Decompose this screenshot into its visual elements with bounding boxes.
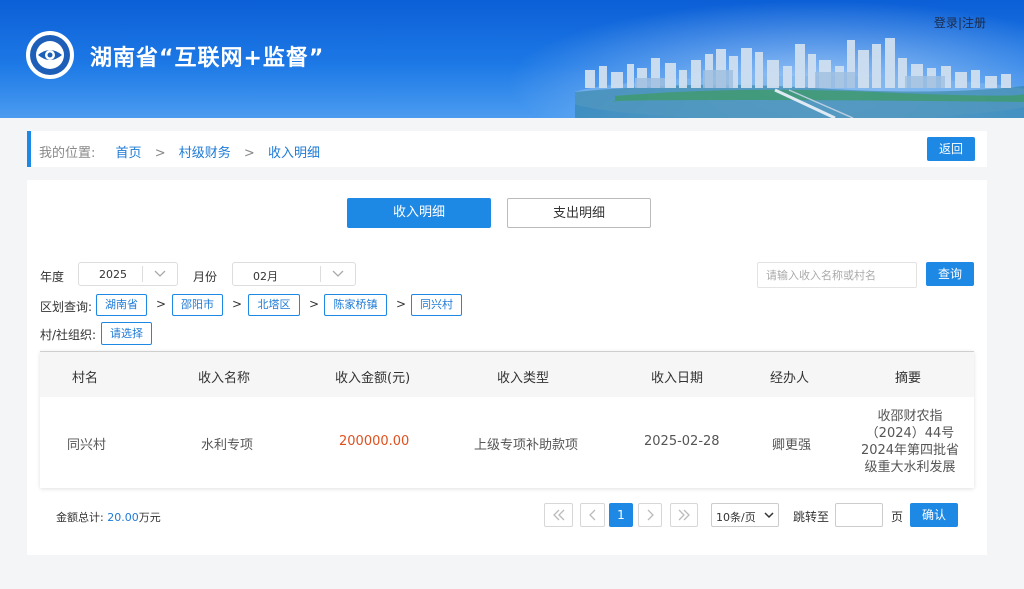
month-value: 02月 <box>253 270 278 283</box>
column-header-type: 收入类型 <box>497 371 550 386</box>
double-chevron-left-icon <box>552 509 564 521</box>
cell-income-name: 水利专项 <box>201 438 254 453</box>
cell-summary: 收邵财农指（2024）44号2024年第四批省级重大水利发展 <box>860 409 960 475</box>
region-label: 区划查询: <box>40 300 93 314</box>
select-divider <box>320 266 321 282</box>
last-page-button[interactable] <box>670 503 698 527</box>
site-header: 湖南省“互联网+监督” 登录|注册 <box>0 0 1024 118</box>
breadcrumb-separator: > <box>243 146 255 161</box>
year-select[interactable]: 2025 <box>78 262 178 286</box>
income-table: 村名 收入名称 收入金额(元) 收入类型 收入日期 经办人 摘要 同兴村 水利专… <box>40 351 974 488</box>
year-value: 2025 <box>99 268 127 281</box>
column-header-village: 村名 <box>72 371 99 386</box>
breadcrumb-home[interactable]: 首页 <box>116 146 142 161</box>
select-divider <box>142 266 143 282</box>
back-button[interactable]: 返回 <box>927 137 975 161</box>
cell-date: 2025-02-28 <box>644 434 720 449</box>
region-chip-village[interactable]: 同兴村 <box>411 294 462 316</box>
org-label: 村/社组织: <box>40 328 97 342</box>
region-chip-town[interactable]: 陈家桥镇 <box>324 294 387 316</box>
cell-amount: 200000.00 <box>339 434 410 449</box>
month-label: 月份 <box>193 270 218 284</box>
region-arrow: > <box>309 297 320 311</box>
page-unit-label: 页 <box>891 510 904 524</box>
region-chip-district[interactable]: 北塔区 <box>248 294 300 316</box>
first-page-button[interactable] <box>544 503 573 527</box>
region-arrow: > <box>396 297 407 311</box>
city-skyline-banner <box>575 38 1024 118</box>
eye-emblem-icon <box>30 35 70 75</box>
tab-income-detail[interactable]: 收入明细 <box>347 198 491 228</box>
table-row[interactable]: 同兴村 水利专项 200000.00 上级专项补助款项 2025-02-28 卿… <box>40 397 974 488</box>
column-header-handler: 经办人 <box>770 371 810 386</box>
cell-type: 上级专项补助款项 <box>474 438 579 453</box>
total-label: 金额总计: <box>56 511 104 524</box>
chevron-down-icon <box>154 270 166 277</box>
site-title: 湖南省“互联网+监督” <box>90 46 325 71</box>
amount-total: 金额总计: 20.00万元 <box>56 509 161 525</box>
total-value: 20.00 <box>107 511 139 524</box>
chevron-right-icon <box>647 509 654 521</box>
chevron-down-icon <box>332 270 344 277</box>
region-arrow: > <box>156 297 167 311</box>
confirm-jump-button[interactable]: 确认 <box>910 503 958 527</box>
region-arrow: > <box>232 297 243 311</box>
breadcrumb-lead: 我的位置: <box>39 146 96 161</box>
region-chip-city[interactable]: 邵阳市 <box>172 294 223 316</box>
tab-expense-detail[interactable]: 支出明细 <box>507 198 651 228</box>
register-link[interactable]: 注册 <box>962 16 986 30</box>
org-select[interactable]: 请选择 <box>101 322 152 345</box>
chevron-down-icon <box>764 512 774 519</box>
chevron-left-icon <box>588 509 595 521</box>
search-input[interactable] <box>757 262 917 288</box>
total-unit: 万元 <box>138 511 161 524</box>
breadcrumb-bar: 我的位置: 首页 > 村级财务 > 收入明细 返回 <box>27 131 987 167</box>
jump-label: 跳转至 <box>793 510 830 524</box>
site-logo[interactable] <box>26 31 74 79</box>
page-number-1[interactable]: 1 <box>609 503 633 527</box>
breadcrumb-income-detail[interactable]: 收入明细 <box>268 146 320 161</box>
column-header-date: 收入日期 <box>651 371 704 386</box>
column-header-summary: 摘要 <box>895 371 922 386</box>
query-button[interactable]: 查询 <box>926 262 974 286</box>
page-size-value: 10条/页 <box>716 511 756 524</box>
cell-handler: 卿更强 <box>772 438 812 453</box>
cell-village: 同兴村 <box>67 438 107 453</box>
jump-page-input[interactable] <box>835 503 883 527</box>
breadcrumb-separator: > <box>154 146 166 161</box>
next-page-button[interactable] <box>638 503 662 527</box>
login-link[interactable]: 登录 <box>934 16 958 30</box>
column-header-amount: 收入金额(元) <box>335 371 411 386</box>
breadcrumb: 我的位置: 首页 > 村级财务 > 收入明细 <box>39 142 320 161</box>
main-panel: 收入明细 支出明细 年度 2025 月份 02月 查询 区划查询: 湖南省 > … <box>27 180 987 555</box>
page-size-select[interactable]: 10条/页 <box>711 503 779 527</box>
column-header-income-name: 收入名称 <box>198 371 251 386</box>
month-select[interactable]: 02月 <box>232 262 356 286</box>
prev-page-button[interactable] <box>580 503 605 527</box>
double-chevron-right-icon <box>678 509 690 521</box>
year-label: 年度 <box>40 270 65 284</box>
region-chip-province[interactable]: 湖南省 <box>96 294 147 316</box>
breadcrumb-village-finance[interactable]: 村级财务 <box>179 146 231 161</box>
table-header: 村名 收入名称 收入金额(元) 收入类型 收入日期 经办人 摘要 <box>40 351 974 397</box>
auth-links: 登录|注册 <box>934 14 986 31</box>
